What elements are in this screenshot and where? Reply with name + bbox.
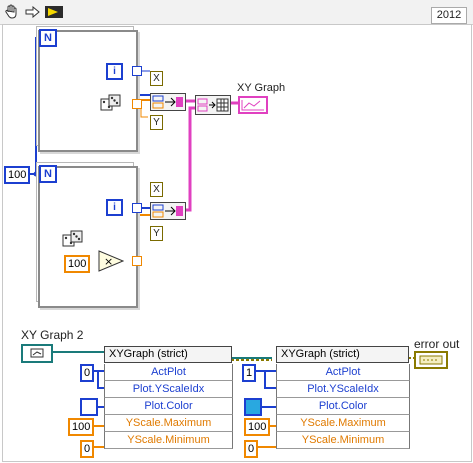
bundle-node-1[interactable] xyxy=(150,93,186,111)
dice-icon[interactable] xyxy=(100,93,122,113)
for-loop-2[interactable] xyxy=(38,166,138,308)
property-node-1-header[interactable]: XYGraph (strict) xyxy=(104,346,232,363)
pn2-ymax-constant[interactable]: 100 xyxy=(244,418,271,436)
pn1-ymax-constant[interactable]: 100 xyxy=(68,418,95,436)
bundle-node-2[interactable] xyxy=(150,202,186,220)
loop2-x-label: X xyxy=(150,182,163,197)
pn1-prop-actplot[interactable]: ActPlot xyxy=(104,364,233,381)
count-constant[interactable]: 100 xyxy=(4,166,31,184)
pn1-actplot-constant[interactable]: 0 xyxy=(80,364,95,382)
loop1-y-label: Y xyxy=(150,115,163,130)
loop2-y-label: Y xyxy=(150,226,163,241)
pn2-prop-ymax[interactable]: YScale.Maximum xyxy=(276,415,410,432)
for-loop-1[interactable] xyxy=(38,30,138,152)
pn2-actplot-constant[interactable]: 1 xyxy=(242,364,257,382)
dice-icon-2[interactable] xyxy=(62,229,84,249)
multiply-node[interactable]: × xyxy=(98,250,125,272)
pn1-ymin-constant[interactable]: 0 xyxy=(80,440,95,458)
pn1-color-constant[interactable] xyxy=(80,398,98,416)
pn1-prop-ymax[interactable]: YScale.Maximum xyxy=(104,415,233,432)
loop2-tunnel-y xyxy=(132,256,142,266)
pn1-prop-yscaleidx[interactable]: Plot.YScaleIdx xyxy=(104,381,233,398)
loop1-count-terminal[interactable]: N xyxy=(39,29,57,47)
loop2-count-terminal[interactable]: N xyxy=(39,165,57,183)
svg-text:×: × xyxy=(104,255,113,268)
pn2-color-constant[interactable] xyxy=(244,398,262,416)
loop1-iteration-terminal[interactable]: i xyxy=(106,63,123,80)
build-array-node[interactable] xyxy=(195,95,231,115)
loop1-tunnel-y xyxy=(132,99,142,109)
xy-graph2-label: XY Graph 2 xyxy=(21,328,84,342)
property-node-2-header[interactable]: XYGraph (strict) xyxy=(276,346,409,363)
loop2-iteration-terminal[interactable]: i xyxy=(106,199,123,216)
pn2-prop-actplot[interactable]: ActPlot xyxy=(276,364,410,381)
xy-graph2-reference[interactable] xyxy=(21,344,53,363)
loop2-tunnel-x xyxy=(132,203,142,213)
pn2-ymin-constant[interactable]: 0 xyxy=(244,440,259,458)
error-out-label: error out xyxy=(414,337,460,351)
multiplier-constant[interactable]: 100 xyxy=(64,255,91,273)
loop1-tunnel-x xyxy=(132,66,142,76)
pn2-prop-yscaleidx[interactable]: Plot.YScaleIdx xyxy=(276,381,410,398)
error-out-terminal[interactable] xyxy=(414,351,448,369)
xy-graph-terminal[interactable] xyxy=(238,96,268,114)
loop1-x-label: X xyxy=(150,71,163,86)
pn2-prop-ymin[interactable]: YScale.Minimum xyxy=(276,432,410,449)
pn1-prop-color[interactable]: Plot.Color xyxy=(104,398,233,415)
pn1-prop-ymin[interactable]: YScale.Minimum xyxy=(104,432,233,449)
pn2-prop-color[interactable]: Plot.Color xyxy=(276,398,410,415)
xy-graph-label: XY Graph xyxy=(237,82,286,94)
